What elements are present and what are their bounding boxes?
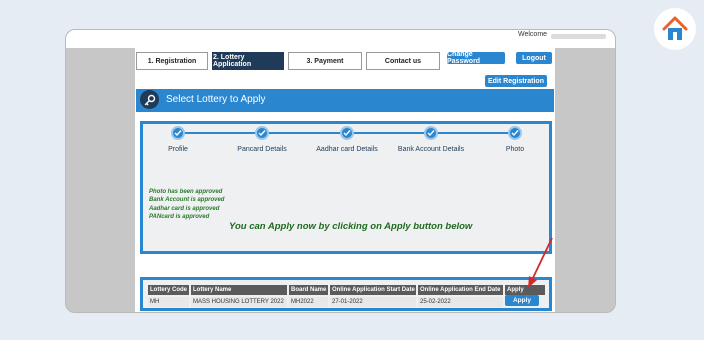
table-cell-code: MH xyxy=(148,297,189,307)
application-page: 1. Registration 2. Lottery Application 3… xyxy=(135,48,555,312)
browser-window: Welcome 1. Registration 2. Lottery Appli… xyxy=(65,29,616,313)
logout-button[interactable]: Logout xyxy=(516,52,552,64)
pancard-check-icon xyxy=(255,126,269,140)
step-label-pancard: Pancard Details xyxy=(237,146,287,153)
photo-check-icon xyxy=(508,126,522,140)
column-header: Board Name xyxy=(289,285,328,295)
tab-registration[interactable]: 1. Registration xyxy=(136,52,208,70)
table-cell-end-date: 25-02-2022 xyxy=(418,297,503,307)
table-cell-name: MASS HOUSING LOTTERY 2022 xyxy=(191,297,287,307)
column-header: Online Application End Date xyxy=(418,285,503,295)
status-photo: Photo has been approved xyxy=(149,189,223,195)
tab-payment[interactable]: 3. Payment xyxy=(288,52,362,70)
section-header: Select Lottery to Apply xyxy=(136,89,554,112)
step-label-bank: Bank Account Details xyxy=(397,146,465,153)
change-password-button[interactable]: Change Password xyxy=(447,51,505,65)
bank-check-icon xyxy=(424,126,438,140)
tab-contact-us[interactable]: Contact us xyxy=(366,52,440,70)
table-cell-start-date: 27-01-2022 xyxy=(330,297,416,307)
status-bank: Bank Account is approved xyxy=(149,197,225,204)
step-label-aadhar: Aadhar card Details xyxy=(316,146,378,153)
page-title: Select Lottery to Apply xyxy=(166,94,266,105)
step-label-profile: Profile xyxy=(168,146,188,153)
status-aadhar: Aadhar card is approved xyxy=(149,205,220,212)
edit-registration-button[interactable]: Edit Registration xyxy=(485,75,547,87)
aadhar-check-icon xyxy=(340,126,354,140)
house-logo-icon xyxy=(654,8,696,50)
top-bar: Welcome xyxy=(66,30,615,48)
approval-status-list: Photo has been approved Bank Account is … xyxy=(149,188,224,222)
progress-panel: Profile Pancard Details Aadhar card Deta… xyxy=(140,121,552,254)
key-icon xyxy=(140,90,159,109)
redacted-username xyxy=(551,34,606,39)
table-cell-board: MH2022 xyxy=(289,297,328,307)
column-header: Lottery Code xyxy=(148,285,189,295)
tab-lottery-application[interactable]: 2. Lottery Application xyxy=(212,52,284,70)
apply-message: You can Apply now by clicking on Apply b… xyxy=(229,221,473,232)
column-header: Apply xyxy=(505,285,545,295)
profile-check-icon xyxy=(171,126,185,140)
lottery-table: Lottery Code Lottery Name Board Name Onl… xyxy=(140,277,552,311)
column-header: Online Application Start Date xyxy=(330,285,416,295)
status-pancard: PANcard is approved xyxy=(149,214,210,221)
welcome-text: Welcome xyxy=(518,31,548,38)
column-header: Lottery Name xyxy=(191,285,287,295)
apply-button[interactable]: Apply xyxy=(505,295,539,306)
step-label-photo: Photo xyxy=(505,146,525,153)
